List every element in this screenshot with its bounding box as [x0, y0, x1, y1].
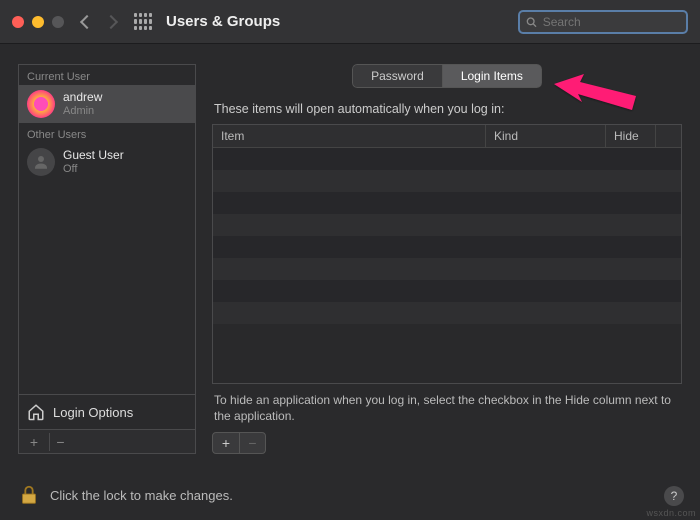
login-items-table: Item Kind Hide	[212, 124, 682, 384]
panel-description: These items will open automatically when…	[212, 102, 682, 116]
other-users-label: Other Users	[19, 123, 195, 143]
add-user-button[interactable]: +	[23, 433, 45, 451]
add-remove-buttons: + −	[212, 432, 266, 454]
zoom-window-button[interactable]	[52, 16, 64, 28]
lock-icon[interactable]	[18, 484, 40, 506]
col-hide[interactable]: Hide	[605, 125, 655, 147]
panel-hint: To hide an application when you log in, …	[212, 384, 682, 430]
main-panel: Password Login Items These items will op…	[212, 64, 682, 454]
person-icon	[32, 153, 50, 171]
tab-group: Password Login Items	[352, 64, 542, 88]
title-bar: Users & Groups	[0, 0, 700, 44]
help-button[interactable]: ?	[664, 486, 684, 506]
house-icon	[27, 403, 45, 421]
minimize-window-button[interactable]	[32, 16, 44, 28]
current-user-label: Current User	[19, 65, 195, 85]
table-row	[213, 170, 681, 192]
user-row-guest[interactable]: Guest User Off	[19, 143, 195, 181]
user-role: Admin	[63, 105, 102, 118]
nav-buttons	[82, 17, 116, 27]
avatar	[27, 90, 55, 118]
table-row	[213, 302, 681, 324]
table-row	[213, 148, 681, 170]
back-button[interactable]	[80, 14, 94, 28]
user-sidebar: Current User andrew Admin Other Users Gu…	[18, 64, 196, 454]
lock-footer: Click the lock to make changes.	[18, 484, 233, 506]
add-item-button[interactable]: +	[213, 433, 239, 453]
lock-text: Click the lock to make changes.	[50, 488, 233, 503]
table-row	[213, 258, 681, 280]
table-row	[213, 280, 681, 302]
user-role: Off	[63, 163, 124, 176]
user-name: Guest User	[63, 149, 124, 163]
table-body[interactable]	[213, 148, 681, 383]
login-options-button[interactable]: Login Options	[19, 394, 195, 429]
user-row-andrew[interactable]: andrew Admin	[19, 85, 195, 123]
close-window-button[interactable]	[12, 16, 24, 28]
search-field[interactable]	[518, 10, 688, 34]
table-row	[213, 236, 681, 258]
col-kind[interactable]: Kind	[485, 125, 605, 147]
col-spacer	[655, 125, 681, 147]
window-controls	[12, 16, 64, 28]
remove-item-button[interactable]: −	[239, 433, 265, 453]
forward-button	[104, 14, 118, 28]
login-options-label: Login Options	[53, 405, 133, 420]
col-item[interactable]: Item	[213, 125, 485, 147]
table-header: Item Kind Hide	[213, 125, 681, 148]
avatar	[27, 148, 55, 176]
table-row	[213, 192, 681, 214]
table-row	[213, 214, 681, 236]
watermark: wsxdn.com	[646, 508, 696, 518]
search-input[interactable]	[543, 15, 680, 29]
window-title: Users & Groups	[166, 13, 280, 30]
user-name: andrew	[63, 91, 102, 105]
tab-login-items[interactable]: Login Items	[442, 64, 542, 88]
sidebar-footer: + −	[18, 430, 196, 454]
search-icon	[526, 16, 537, 28]
remove-user-button[interactable]: −	[49, 433, 71, 451]
all-prefs-grid-button[interactable]	[134, 13, 152, 31]
tab-password[interactable]: Password	[352, 64, 442, 88]
